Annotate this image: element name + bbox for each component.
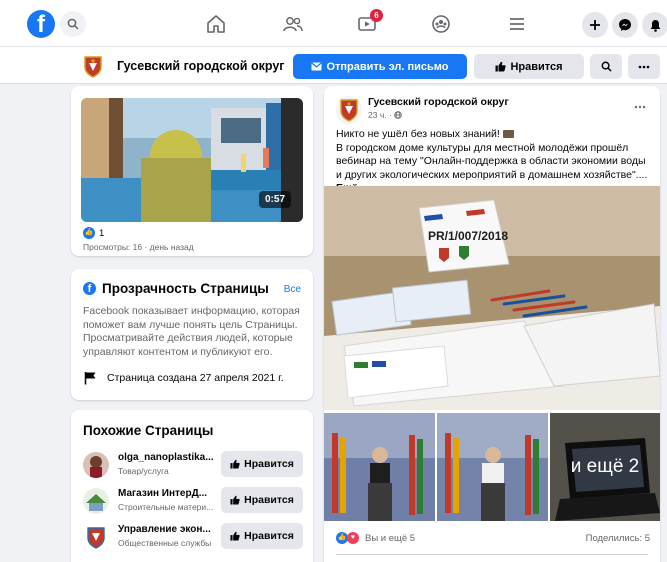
notification-badge: 6 [370, 9, 383, 22]
book-emoji-icon [502, 130, 514, 139]
friends-icon [283, 17, 303, 32]
menu-tab[interactable] [503, 10, 531, 38]
video-views: Просмотры: 16 · день назад [83, 242, 194, 252]
transparency-title: Прозрачность Страницы [102, 281, 269, 296]
transparency-card: f Прозрачность Страницы Все Facebook пок… [71, 269, 313, 400]
plus-icon [590, 20, 600, 30]
video-reactions[interactable]: 👍 1 [83, 227, 104, 239]
similar-page-avatar[interactable] [83, 524, 109, 550]
similar-page-name[interactable]: olga_nanoplastika... [118, 452, 216, 463]
facebook-logo[interactable]: f [27, 10, 55, 38]
top-navigation-bar: f 6 [0, 0, 667, 46]
search-icon [601, 61, 612, 72]
like-page-button[interactable]: Нравится [474, 54, 584, 79]
similar-page-name[interactable]: Управление экон... [118, 524, 216, 535]
post-timestamp[interactable]: 23 ч. · [368, 110, 392, 120]
globe-icon [394, 111, 402, 119]
similar-page-item: Управление экон... Общественные службы Н… [83, 520, 305, 556]
similar-pages-title: Похожие Страницы [83, 423, 214, 438]
bell-icon [650, 19, 660, 32]
home-tab[interactable] [202, 10, 230, 38]
similar-page-avatar[interactable] [83, 488, 109, 514]
messenger-icon [619, 19, 631, 31]
video-duration: 0:57 [258, 191, 291, 208]
similar-page-like-button[interactable]: Нравится [221, 451, 303, 477]
page-header-bar: Гусевский городской округ Отправить эл. … [0, 46, 667, 84]
search-page-button[interactable] [590, 54, 622, 79]
photo-speaker-1 [324, 413, 435, 521]
similar-page-like-label: Нравится [244, 530, 294, 542]
reactions-text: Вы и ещё 5 [365, 532, 416, 544]
thumbs-up-icon [495, 61, 507, 72]
messenger-button[interactable] [612, 12, 638, 38]
post-photo-more[interactable]: и ещё 2 [550, 413, 660, 521]
similar-page-category: Строительные матери... [118, 502, 214, 512]
video-thumbnail[interactable]: 0:57 [81, 98, 303, 222]
like-reaction-icon: 👍 [83, 227, 95, 239]
photo-speaker-2 [437, 413, 548, 521]
similar-page-like-button[interactable]: Нравится [221, 487, 303, 513]
post-card: Гусевский городской округ 23 ч. · Никто … [324, 86, 660, 562]
page-created-date: Страница создана 27 апреля 2021 г. [107, 372, 284, 384]
similar-page-like-label: Нравится [244, 494, 294, 506]
more-photos-label: и ещё 2 [550, 413, 660, 521]
post-author-name[interactable]: Гусевский городской округ [368, 96, 509, 108]
love-reaction-icon: ♥ [347, 532, 359, 544]
notifications-button[interactable] [642, 12, 667, 38]
similar-page-category: Общественные службы [118, 538, 212, 548]
page-avatar-crest[interactable] [82, 54, 104, 78]
friends-tab[interactable] [279, 10, 307, 38]
search-button[interactable] [60, 11, 86, 37]
similar-page-category: Товар/услуга [118, 466, 169, 476]
groups-icon [432, 15, 450, 33]
reaction-count: 1 [99, 227, 105, 239]
send-email-label: Отправить эл. письмо [326, 60, 449, 73]
similar-page-item: olga_nanoplastika... Товар/услуга Нравит… [83, 448, 305, 484]
similar-page-item: Магазин ИнтерД... Строительные матери...… [83, 484, 305, 520]
groups-tab[interactable] [427, 10, 455, 38]
post-options-button[interactable] [634, 98, 646, 112]
post-reactions[interactable]: 👍 ♥ Вы и ещё 5 [336, 532, 415, 544]
envelope-icon [311, 62, 323, 71]
similar-pages-card: Похожие Страницы olga_nanoplastika... То… [71, 410, 313, 562]
transparency-see-all-link[interactable]: Все [284, 284, 301, 295]
similar-page-name[interactable]: Магазин ИнтерД... [118, 488, 216, 499]
ellipsis-icon [638, 65, 650, 68]
thumbs-up-icon [230, 459, 240, 469]
create-button[interactable] [582, 12, 608, 38]
home-icon [207, 15, 225, 33]
post-author-avatar[interactable] [336, 96, 362, 124]
shares-count[interactable]: Поделились: 5 [586, 533, 650, 544]
like-page-label: Нравится [510, 60, 563, 73]
post-photo-thumbnail[interactable] [324, 413, 435, 521]
photo-sign-text: PR/1/007/2018 [428, 229, 508, 243]
post-photo-main[interactable]: PR/1/007/2018 [324, 186, 660, 410]
search-icon [67, 18, 79, 30]
post-text-body: В городском доме культуры для местной мо… [336, 141, 648, 181]
transparency-description: Facebook показывает информацию, которая … [83, 305, 300, 358]
ellipsis-icon [634, 105, 646, 109]
thumbs-up-icon [230, 531, 240, 541]
page-name[interactable]: Гусевский городской округ [117, 59, 285, 73]
facebook-icon: f [83, 282, 96, 295]
more-options-button[interactable] [628, 54, 660, 79]
hamburger-icon [510, 18, 524, 30]
send-email-button[interactable]: Отправить эл. письмо [293, 54, 467, 79]
similar-page-like-label: Нравится [244, 458, 294, 470]
similar-page-like-button[interactable]: Нравится [221, 523, 303, 549]
post-text-headline: Никто не ушёл без новых знаний! [336, 128, 503, 140]
divider [336, 554, 648, 555]
flag-icon [84, 372, 96, 385]
thumbs-up-icon [230, 495, 240, 505]
similar-page-avatar[interactable] [83, 452, 109, 478]
post-photo-thumbnail[interactable] [437, 413, 548, 521]
video-card: 0:57 👍 1 Просмотры: 16 · день назад [71, 86, 313, 256]
photo-table-leaflets: PR/1/007/2018 [324, 186, 660, 410]
